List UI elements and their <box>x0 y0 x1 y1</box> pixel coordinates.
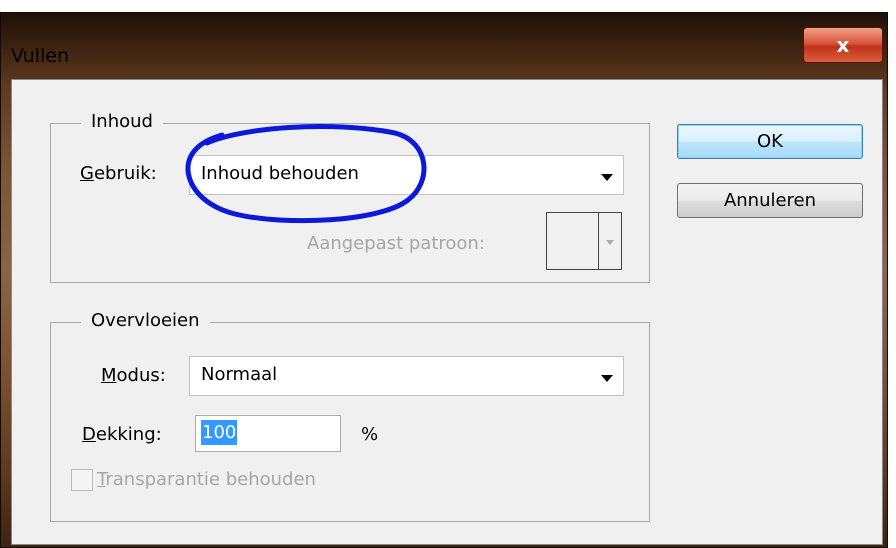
gebruik-value: Inhoud behouden <box>201 163 359 184</box>
gebruik-label: Gebruik: <box>80 163 157 184</box>
overvloeien-group: Overvloeien Modus: Normaal Dekking: 100 … <box>50 310 650 522</box>
close-button[interactable]: x <box>803 27 883 63</box>
modus-mnemonic: M <box>101 365 117 386</box>
dialog-client-area: Inhoud Gebruik: Inhoud behouden Aangepas… <box>11 79 883 545</box>
ok-button[interactable]: OK <box>677 124 863 159</box>
close-icon: x <box>836 33 850 57</box>
modus-label: Modus: <box>101 365 166 386</box>
inhoud-group: Inhoud Gebruik: Inhoud behouden Aangepas… <box>50 111 650 283</box>
modus-value: Normaal <box>201 364 278 385</box>
dekking-unit: % <box>361 424 379 445</box>
gebruik-mnemonic: G <box>80 163 94 184</box>
transparantie-checkbox[interactable] <box>71 469 93 491</box>
dekking-label-rest: ekking: <box>95 424 162 445</box>
transparantie-label-rest: ransparantie behouden <box>105 469 316 490</box>
cancel-button[interactable]: Annuleren <box>677 183 863 218</box>
dekking-input[interactable]: 100 <box>195 415 341 452</box>
dekking-mnemonic: D <box>82 424 96 445</box>
desktop-background <box>0 0 896 12</box>
modus-label-rest: odus: <box>116 365 166 386</box>
chevron-down-icon <box>606 240 614 245</box>
dekking-value: 100 <box>201 420 238 445</box>
transparantie-label: Transparantie behouden <box>97 469 316 490</box>
pattern-picker-divider <box>598 213 599 269</box>
overvloeien-legend: Overvloeien <box>81 310 210 331</box>
gebruik-label-rest: ebruik: <box>93 163 157 184</box>
pattern-label: Aangepast patroon: <box>307 233 485 254</box>
chevron-down-icon <box>601 375 613 382</box>
modus-dropdown[interactable]: Normaal <box>189 356 624 396</box>
dekking-label: Dekking: <box>82 424 162 445</box>
dialog-title: Vullen <box>11 45 70 67</box>
inhoud-legend: Inhoud <box>81 111 163 132</box>
pattern-picker[interactable] <box>546 212 622 270</box>
fill-dialog-window: Vullen x Inhoud Gebruik: Inhoud behouden… <box>0 12 888 548</box>
chevron-down-icon <box>601 174 613 181</box>
gebruik-dropdown[interactable]: Inhoud behouden <box>189 155 624 195</box>
